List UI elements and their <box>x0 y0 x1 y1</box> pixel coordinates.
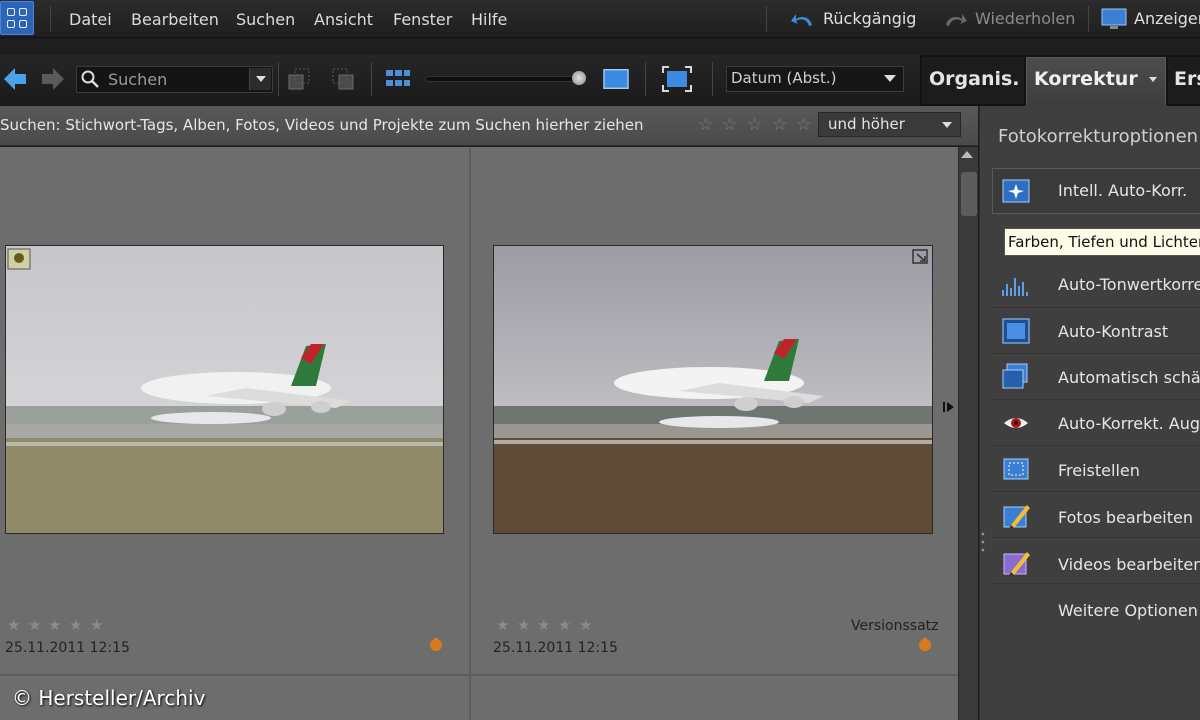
red-eye-icon <box>1004 418 1028 428</box>
menu-help[interactable]: Hilfe <box>471 10 507 29</box>
collapse-panel-icon[interactable] <box>942 400 956 414</box>
rating-star[interactable]: ★ <box>496 616 509 634</box>
panel-resize-grip-icon[interactable] <box>981 530 985 554</box>
edit-video-icon <box>1003 552 1030 576</box>
smart-fix-icon <box>1002 179 1030 203</box>
grid-divider <box>469 147 471 720</box>
panel-option-label: Auto-Tonwertkorrektur <box>1058 275 1200 294</box>
scroll-up-icon[interactable] <box>961 151 973 158</box>
rotate-left-icon[interactable] <box>286 66 312 92</box>
tooltip-text: Farben, Tiefen und Lichter <box>1008 233 1200 251</box>
panel-option-label: Fotos bearbeiten <box>1058 508 1193 527</box>
photo-thumbnail[interactable] <box>493 245 933 534</box>
panel-option-label: Automatisch schärfen <box>1058 368 1200 387</box>
tab-organize-label: Organis. <box>929 68 1020 90</box>
rating-filter-star[interactable]: ☆ <box>722 115 737 135</box>
menu-file[interactable]: Datei <box>69 10 112 29</box>
airplane-photo <box>6 246 443 533</box>
sharpen-icon <box>1002 363 1028 389</box>
panel-option-label: Videos bearbeiten <box>1058 555 1200 574</box>
search-input[interactable] <box>76 66 273 93</box>
tab-create-label: Ers <box>1174 68 1200 90</box>
rating-filter-star[interactable]: ☆ <box>698 115 713 135</box>
airplane-photo <box>494 246 932 533</box>
rating-star[interactable]: ★ <box>579 616 592 634</box>
rating-star[interactable]: ★ <box>537 616 550 634</box>
menu-view[interactable]: Ansicht <box>314 10 373 29</box>
search-dropdown-button[interactable] <box>249 68 271 90</box>
rating-star[interactable]: ★ <box>7 616 20 634</box>
full-screen-icon[interactable] <box>662 66 692 92</box>
tab-fix-label: Korrektur <box>1034 68 1138 90</box>
rating-filter-star[interactable]: ☆ <box>772 115 787 135</box>
rating-star[interactable]: ★ <box>558 616 571 634</box>
rating-filter-star[interactable]: ☆ <box>796 115 811 135</box>
small-thumbnails-icon[interactable] <box>385 66 411 92</box>
chevron-down-icon <box>884 75 896 82</box>
panel-title: Fotokorrekturoptionen <box>998 126 1199 147</box>
grid-divider <box>0 674 958 676</box>
back-arrow-icon[interactable] <box>2 66 28 92</box>
undo-button[interactable]: Rückgängig <box>823 9 916 28</box>
toolbar-separator <box>278 62 279 96</box>
search-placeholder: Suchen <box>108 70 168 89</box>
chevron-down-icon <box>942 122 952 128</box>
rating-star[interactable]: ★ <box>517 616 530 634</box>
scroll-thumb[interactable] <box>961 172 977 216</box>
redo-button[interactable]: Wiederholen <box>975 9 1075 28</box>
menu-edit[interactable]: Bearbeiten <box>131 10 219 29</box>
help-badge-icon[interactable] <box>7 248 31 270</box>
search-drop-hint: Suchen: Stichwort-Tags, Alben, Fotos, Vi… <box>0 116 644 134</box>
rating-filter-value: und höher <box>828 115 905 133</box>
undo-icon[interactable] <box>790 11 816 29</box>
version-set-icon[interactable] <box>911 248 931 266</box>
photo-date: 25.11.2011 12:15 <box>5 640 130 656</box>
rotate-right-icon[interactable] <box>330 66 356 92</box>
toolbar-separator <box>712 62 713 96</box>
photo-thumbnail[interactable] <box>5 245 444 534</box>
panel-option-label: Auto-Kontrast <box>1058 322 1169 341</box>
large-thumbnail-icon[interactable] <box>603 66 629 92</box>
display-button[interactable]: Anzeigen <box>1134 9 1200 28</box>
contrast-icon <box>1002 318 1030 344</box>
panel-option-label: Intell. Auto-Korr. <box>1058 181 1188 200</box>
rating-star[interactable]: ★ <box>28 616 41 634</box>
edit-photo-icon <box>1003 505 1030 529</box>
toolbar-separator <box>371 62 372 96</box>
rating-star[interactable]: ★ <box>69 616 82 634</box>
menu-separator <box>50 6 51 32</box>
rating-filter-star[interactable]: ☆ <box>747 115 762 135</box>
vertical-scrollbar[interactable] <box>958 147 978 720</box>
menu-find[interactable]: Suchen <box>236 10 295 29</box>
display-icon[interactable] <box>1101 8 1127 30</box>
rating-star[interactable]: ★ <box>90 616 103 634</box>
redo-icon[interactable] <box>942 11 968 29</box>
tag-badge-icon <box>430 638 442 651</box>
toolbar-separator <box>645 62 646 96</box>
copyright-watermark: © Hersteller/Archiv <box>12 686 206 710</box>
app-switcher-icon[interactable] <box>0 1 34 35</box>
rating-star[interactable]: ★ <box>48 616 61 634</box>
version-set-label: Versionssatz <box>851 618 939 634</box>
levels-icon <box>1002 278 1028 296</box>
thumbnail-size-slider[interactable] <box>425 76 585 82</box>
sort-order-value: Datum (Abst.) <box>731 69 837 87</box>
search-icon <box>81 70 99 88</box>
panel-option-label: Freistellen <box>1058 461 1140 480</box>
chevron-down-icon[interactable] <box>1149 77 1157 82</box>
photo-date: 25.11.2011 12:15 <box>493 640 618 656</box>
crop-icon <box>1003 458 1029 480</box>
panel-option-label: Auto-Korrekt. Augen <box>1058 414 1200 433</box>
menu-window[interactable]: Fenster <box>393 10 452 29</box>
tag-badge-icon <box>919 638 931 651</box>
slider-handle[interactable] <box>572 71 586 85</box>
forward-arrow-icon[interactable] <box>40 66 66 92</box>
menu-separator <box>766 6 767 32</box>
panel-option-label: Weitere Optionen <box>1058 601 1198 620</box>
menu-separator <box>1088 6 1089 32</box>
